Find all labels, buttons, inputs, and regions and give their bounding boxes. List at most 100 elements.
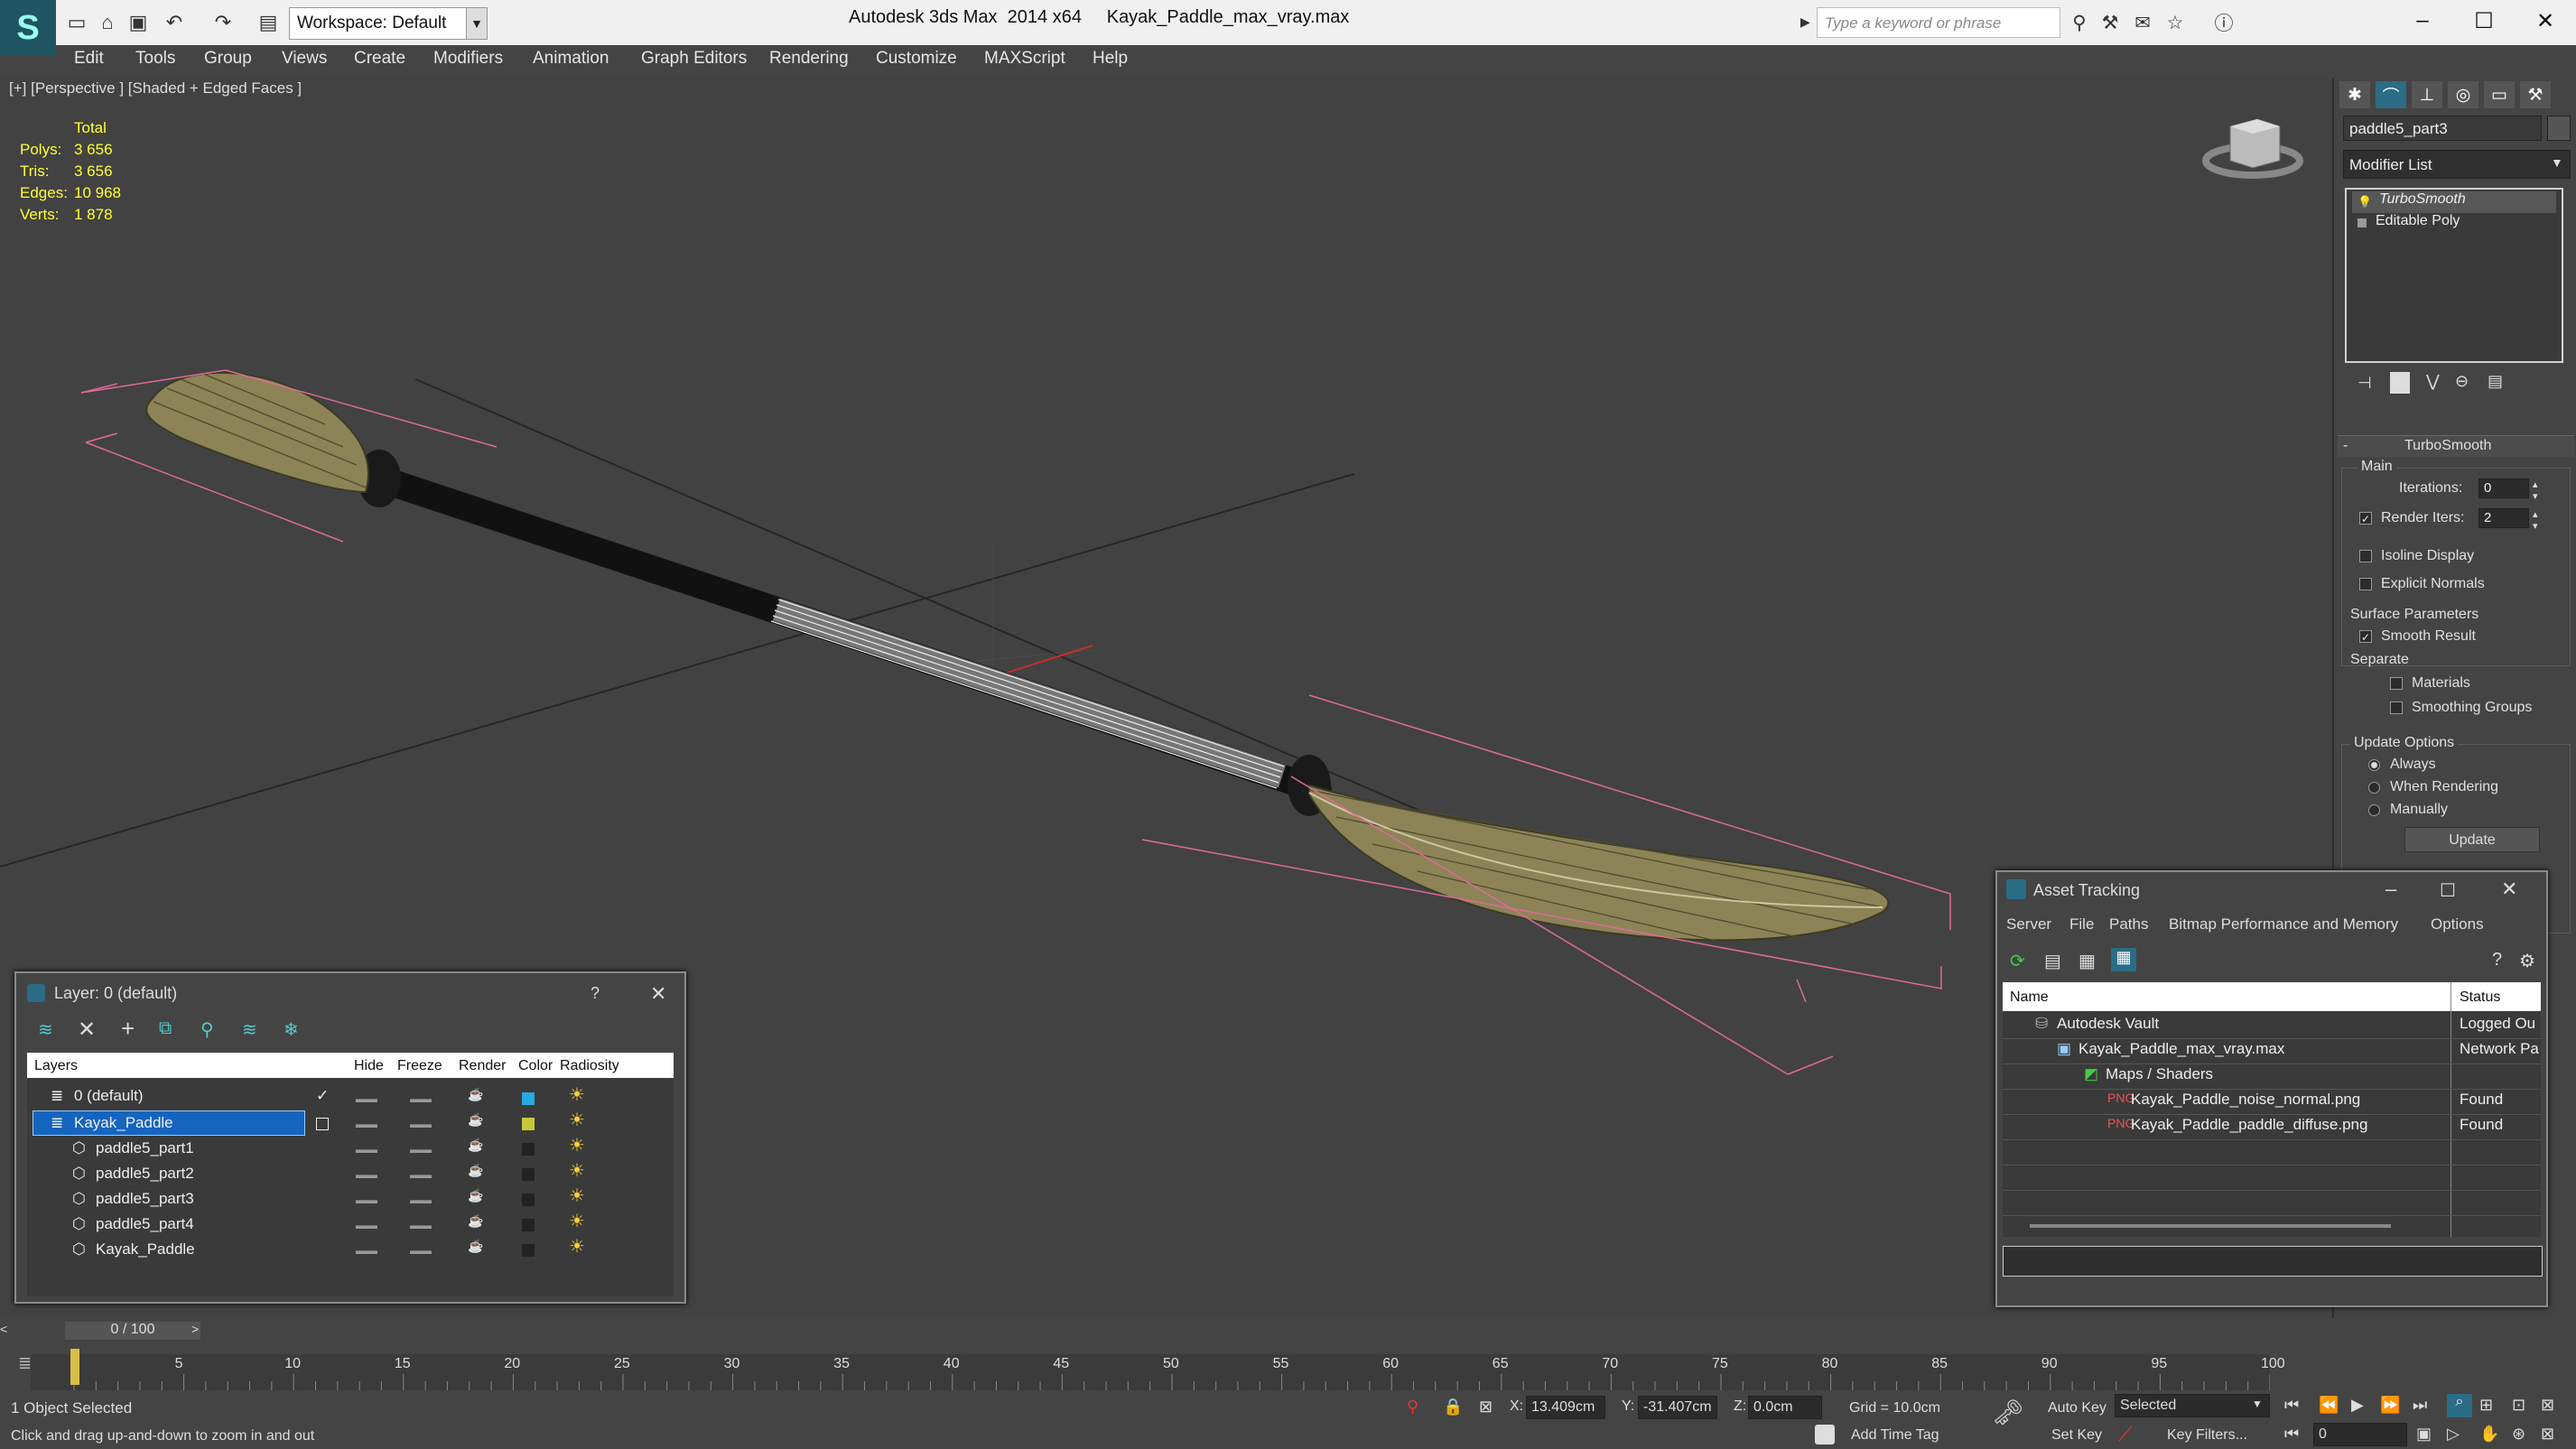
table-view-icon[interactable]: ▦ <box>2111 948 2136 971</box>
play-arrow-icon[interactable]: ▶ <box>1800 14 1813 33</box>
asset-name[interactable]: Kayak_Paddle_max_vray.max <box>2078 1040 2284 1065</box>
project-folder-icon[interactable]: ▤ <box>255 9 282 36</box>
set-key-icon[interactable]: ⟋ <box>2118 1423 2132 1446</box>
menu-customize[interactable]: Customize <box>876 49 957 74</box>
time-slider[interactable]: 0 / 100 <box>65 1322 200 1340</box>
menu-paths[interactable]: Paths <box>2109 915 2148 933</box>
thumbnail-view-icon[interactable]: ▦ <box>2078 950 2096 972</box>
hide-toggle-icon[interactable]: ▬▬ <box>356 1092 377 1105</box>
key-filters-button[interactable]: Key Filters... <box>2167 1427 2247 1444</box>
highlight-layer-icon[interactable]: ⚲ <box>200 1018 214 1041</box>
lock-icon[interactable]: 🔒 <box>1443 1398 1463 1416</box>
layer-object-name[interactable]: paddle5_part1 <box>96 1139 194 1165</box>
orbit-icon[interactable]: ⊛ <box>2512 1425 2525 1444</box>
maximize-icon[interactable]: ☐ <box>2440 879 2456 902</box>
layer-name[interactable]: Kayak_Paddle <box>74 1114 173 1139</box>
hide-toggle-icon[interactable]: ▬▬ <box>356 1194 377 1206</box>
freeze-toggle-icon[interactable]: ▬▬ <box>410 1092 432 1105</box>
layer-color-swatch[interactable] <box>522 1219 535 1231</box>
lightbulb-icon[interactable]: 💡 <box>2357 195 2372 209</box>
search-input[interactable]: Type a keyword or phrase <box>1817 7 2060 38</box>
y-coordinate-field[interactable]: -31.407cm <box>1638 1396 1717 1419</box>
zoom-all-icon[interactable]: ⊞ <box>2479 1396 2493 1415</box>
object-name-field[interactable]: paddle5_part3 <box>2343 116 2542 141</box>
menu-tools[interactable]: Tools <box>135 49 175 74</box>
absolute-mode-icon[interactable]: ⊠ <box>1479 1398 1493 1416</box>
zoom-extents-all-icon[interactable]: ⊠ <box>2541 1396 2554 1415</box>
column-header-layers[interactable]: Layers <box>34 1058 78 1074</box>
asset-name[interactable]: Kayak_Paddle_paddle_diffuse.png <box>2131 1116 2367 1141</box>
chevron-down-icon[interactable]: ▼ <box>2252 1398 2263 1410</box>
radiosity-sun-icon[interactable]: ☀ <box>569 1210 585 1235</box>
close-icon[interactable]: ✕ <box>2501 878 2517 901</box>
explicit-normals-checkbox[interactable] <box>2359 578 2372 590</box>
x-coordinate-field[interactable]: 13.409cm <box>1526 1396 1605 1419</box>
layer-name[interactable]: 0 (default) <box>74 1087 144 1112</box>
menu-graph-editors[interactable]: Graph Editors <box>641 49 747 74</box>
zoom-icon[interactable]: ⌕ <box>2447 1394 2472 1417</box>
layer-color-swatch[interactable] <box>522 1168 535 1181</box>
pan-icon[interactable]: ✋ <box>2479 1425 2499 1444</box>
radiosity-sun-icon[interactable]: ☀ <box>569 1134 585 1159</box>
menu-views[interactable]: Views <box>282 49 327 74</box>
layer-object-name[interactable]: Kayak_Paddle <box>96 1240 195 1266</box>
freeze-toggle-icon[interactable]: ▬▬ <box>410 1168 432 1181</box>
menu-maxscript[interactable]: MAXScript <box>984 49 1065 74</box>
save-icon[interactable]: ▣ <box>125 9 152 36</box>
maximize-viewport-icon[interactable]: ⊠ <box>2541 1425 2554 1444</box>
zoom-extents-icon[interactable]: ⊡ <box>2512 1396 2525 1415</box>
goto-start-icon[interactable]: ⏮ <box>2284 1396 2299 1415</box>
undo-icon[interactable]: ↶ <box>161 9 188 36</box>
iterations-spinner[interactable]: 0 <box>2478 478 2529 498</box>
chevron-right-icon[interactable]: > <box>191 1322 202 1340</box>
key-mode-icon[interactable]: ⏮ <box>2284 1425 2299 1444</box>
menu-modifiers[interactable]: Modifiers <box>433 49 503 74</box>
freeze-all-icon[interactable]: ❄ <box>284 1018 299 1041</box>
close-icon[interactable]: ✕ <box>2514 0 2576 42</box>
configure-sets-icon[interactable]: ▤ <box>2488 372 2503 391</box>
column-header-color[interactable]: Color <box>518 1058 553 1074</box>
communication-icon[interactable]: ✉ <box>2129 9 2156 36</box>
freeze-toggle-icon[interactable]: ▬▬ <box>410 1244 432 1257</box>
asset-name[interactable]: Maps / Shaders <box>2106 1065 2213 1091</box>
create-layer-icon[interactable]: ≋ <box>38 1018 53 1041</box>
selected-set-dropdown[interactable]: Selected <box>2115 1394 2270 1417</box>
viewcube-icon[interactable] <box>2202 118 2303 179</box>
column-header-name[interactable]: Name <box>2010 989 2049 1006</box>
help-icon[interactable]: ? <box>2492 950 2502 971</box>
chevron-left-icon[interactable]: < <box>0 1322 11 1340</box>
object-color-swatch[interactable] <box>2547 116 2571 141</box>
remove-modifier-icon[interactable]: ⊖ <box>2455 372 2469 391</box>
column-header-status[interactable]: Status <box>2460 989 2500 1006</box>
previous-frame-icon[interactable]: ⏪ <box>2319 1396 2339 1415</box>
chevron-down-icon[interactable]: ▼ <box>2551 155 2563 170</box>
spinner-arrows-icon[interactable]: ▴ ▾ <box>2533 478 2538 502</box>
layer-color-swatch[interactable] <box>522 1118 535 1130</box>
add-to-layer-icon[interactable]: + <box>121 1015 135 1043</box>
layer-object-name[interactable]: paddle5_part4 <box>96 1215 194 1240</box>
minimize-icon[interactable]: – <box>2391 0 2454 42</box>
isolate-selection-icon[interactable]: ⚲ <box>1407 1398 1418 1416</box>
radiosity-sun-icon[interactable]: ☀ <box>569 1235 585 1260</box>
close-icon[interactable]: ✕ <box>650 982 666 1006</box>
column-header-radiosity[interactable]: Radiosity <box>560 1058 619 1074</box>
delete-layer-icon[interactable]: ✕ <box>78 1017 96 1043</box>
manually-radio[interactable] <box>2368 804 2380 816</box>
select-objects-icon[interactable]: ⧉ <box>159 1018 172 1039</box>
always-radio[interactable] <box>2368 759 2380 771</box>
show-end-result-icon[interactable] <box>2390 372 2410 394</box>
utilities-tab-icon[interactable]: ⚒ <box>2520 81 2551 108</box>
workspace-dropdown[interactable]: Workspace: Default <box>289 7 470 40</box>
column-header-hide[interactable]: Hide <box>354 1058 384 1074</box>
motion-tab-icon[interactable]: ◎ <box>2448 81 2478 108</box>
column-header-render[interactable]: Render <box>459 1058 506 1074</box>
menu-server[interactable]: Server <box>2006 915 2051 933</box>
layer-color-swatch[interactable] <box>522 1194 535 1206</box>
add-time-tag[interactable]: Add Time Tag <box>1851 1427 1939 1444</box>
smooth-result-checkbox[interactable]: ✓ <box>2359 630 2372 644</box>
open-file-icon[interactable]: ⌂ <box>94 9 121 36</box>
goto-end-icon[interactable]: ⏭ <box>2413 1396 2427 1415</box>
play-icon[interactable]: ▶ <box>2351 1396 2364 1415</box>
current-frame-marker[interactable] <box>70 1349 79 1385</box>
layer-object-name[interactable]: paddle5_part3 <box>96 1190 194 1215</box>
